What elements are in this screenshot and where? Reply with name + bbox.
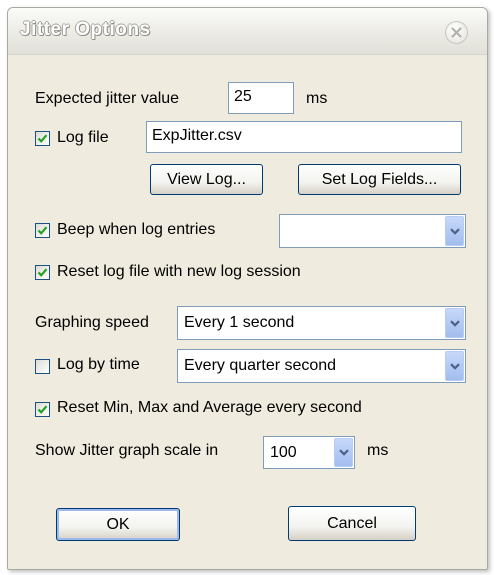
set-log-fields-button[interactable]: Set Log Fields...: [298, 164, 461, 195]
graphing-speed-value: Every 1 second: [184, 314, 295, 331]
close-button[interactable]: [445, 21, 468, 44]
title-bar[interactable]: Jitter Options: [8, 8, 487, 55]
jitter-options-dialog: Jitter Options Expected jitter value 25 …: [7, 7, 488, 570]
log-by-time-value: Every quarter second: [184, 357, 337, 374]
expected-jitter-input[interactable]: 25: [228, 82, 294, 114]
chevron-down-icon: [449, 319, 460, 327]
checkmark-icon: [37, 268, 48, 277]
graph-scale-value: 100: [270, 443, 297, 461]
ok-button[interactable]: OK: [56, 508, 180, 541]
dropdown-arrow-button[interactable]: [445, 216, 464, 246]
chevron-down-icon: [449, 227, 460, 235]
expected-jitter-unit: ms: [306, 90, 328, 107]
beep-label: Beep when log entries: [57, 221, 216, 238]
graphing-speed-dropdown[interactable]: Every 1 second: [177, 306, 466, 340]
graphing-speed-label: Graphing speed: [35, 314, 149, 331]
reset-log-label: Reset log file with new log session: [57, 263, 301, 280]
graph-scale-label: Show Jitter graph scale in: [35, 442, 219, 459]
checkmark-icon: [37, 405, 48, 414]
dropdown-arrow-button[interactable]: [334, 438, 353, 467]
chevron-down-icon: [338, 449, 349, 456]
checkmark-icon: [37, 226, 48, 235]
beep-dropdown[interactable]: [279, 214, 466, 248]
graph-scale-dropdown[interactable]: 100: [263, 436, 355, 469]
cancel-button[interactable]: Cancel: [288, 506, 416, 541]
dropdown-arrow-button[interactable]: [445, 308, 464, 338]
log-by-time-label: Log by time: [57, 356, 140, 373]
log-file-input[interactable]: ExpJitter.csv: [146, 121, 462, 153]
reset-stats-checkbox[interactable]: [35, 402, 50, 417]
dialog-title: Jitter Options: [20, 19, 151, 40]
log-file-checkbox[interactable]: [35, 131, 50, 146]
chevron-down-icon: [449, 362, 460, 370]
log-file-label: Log file: [57, 129, 109, 146]
close-icon: [451, 27, 462, 38]
log-by-time-dropdown[interactable]: Every quarter second: [177, 349, 466, 383]
checkmark-icon: [37, 134, 48, 143]
reset-log-checkbox[interactable]: [35, 265, 50, 280]
graph-scale-unit: ms: [367, 442, 389, 459]
log-by-time-checkbox[interactable]: [35, 359, 50, 374]
beep-checkbox[interactable]: [35, 223, 50, 238]
dropdown-arrow-button[interactable]: [445, 351, 464, 381]
view-log-button[interactable]: View Log...: [150, 164, 263, 195]
reset-stats-label: Reset Min, Max and Average every second: [57, 399, 362, 416]
expected-jitter-label: Expected jitter value: [35, 90, 180, 107]
